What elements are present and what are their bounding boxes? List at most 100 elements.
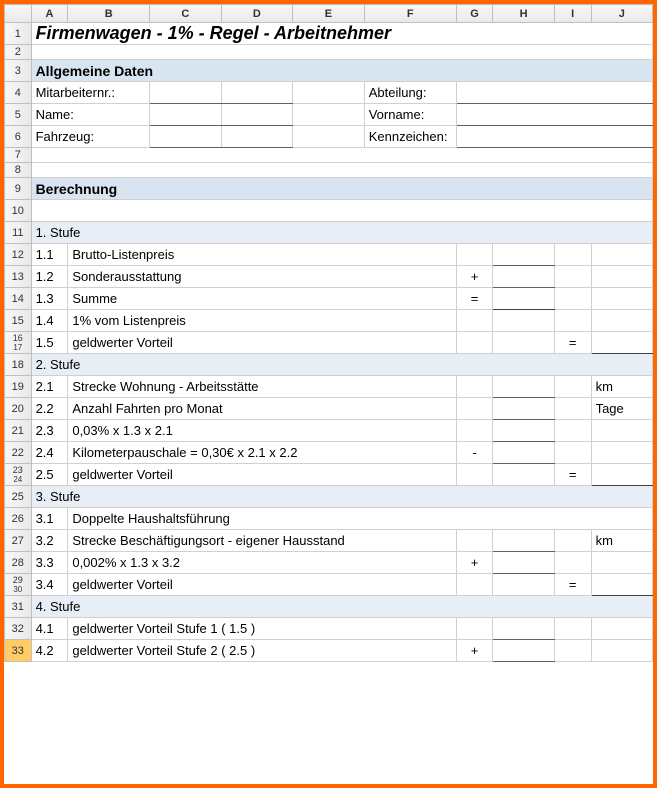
row-2[interactable]: 2 (5, 45, 653, 60)
col-E[interactable]: E (293, 5, 365, 23)
input-1.1[interactable] (493, 244, 554, 266)
row-27[interactable]: 27 3.2 Strecke Beschäftigungsort - eigen… (5, 530, 653, 552)
row-11[interactable]: 11 1. Stufe (5, 222, 653, 244)
row-33[interactable]: 33 4.2 geldwerter Vorteil Stufe 2 ( 2.5 … (5, 640, 653, 662)
row-15[interactable]: 15 1.4 1% vom Listenpreis (5, 310, 653, 332)
row-5[interactable]: 5 Name: Vorname: (5, 104, 653, 126)
row-32[interactable]: 32 4.1 geldwerter Vorteil Stufe 1 ( 1.5 … (5, 618, 653, 640)
stufe1-header: 1. Stufe (31, 222, 652, 244)
op-eq-2.5: = (554, 464, 591, 486)
col-I[interactable]: I (554, 5, 591, 23)
row-6[interactable]: 6 Fahrzeug: Kennzeichen: (5, 126, 653, 148)
result-3.4[interactable] (591, 574, 652, 596)
num-1.1: 1.1 (31, 244, 68, 266)
rowhdr-5[interactable]: 5 (5, 104, 32, 126)
result-1.5[interactable] (591, 332, 652, 354)
result-3.3[interactable] (493, 552, 554, 574)
rowhdr-2[interactable]: 2 (5, 45, 32, 60)
row-25[interactable]: 25 3. Stufe (5, 486, 653, 508)
result-2.4[interactable] (493, 442, 554, 464)
input-vorname[interactable] (456, 104, 652, 126)
label-2.1: Strecke Wohnung - Arbeitsstätte (68, 376, 456, 398)
col-J[interactable]: J (591, 5, 652, 23)
row-9[interactable]: 9 Berechnung (5, 178, 653, 200)
result-1.3[interactable] (493, 288, 554, 310)
op-eq-3.4: = (554, 574, 591, 596)
section-calc: Berechnung (31, 178, 652, 200)
row-14[interactable]: 14 1.3 Summe = (5, 288, 653, 310)
row-1[interactable]: 1 Firmenwagen - 1% - Regel - Arbeitnehme… (5, 23, 653, 45)
op-plus-4.2: + (456, 640, 493, 662)
input-abteilung[interactable] (456, 82, 652, 104)
col-G[interactable]: G (456, 5, 493, 23)
input-2.1[interactable] (493, 376, 554, 398)
row-28[interactable]: 28 3.3 0,002% x 1.3 x 3.2 + (5, 552, 653, 574)
select-all-corner[interactable] (5, 5, 32, 23)
label-mitarbeiternr: Mitarbeiternr.: (31, 82, 150, 104)
col-F[interactable]: F (364, 5, 456, 23)
row-7[interactable]: 7 (5, 148, 653, 163)
unit-2.1: km (591, 376, 652, 398)
result-4.2[interactable] (493, 640, 554, 662)
row-22[interactable]: 22 2.4 Kilometerpauschale = 0,30€ x 2.1 … (5, 442, 653, 464)
input-1.2[interactable] (493, 266, 554, 288)
row-8[interactable]: 8 (5, 163, 653, 178)
row-29[interactable]: 2930 3.4 geldwerter Vorteil = (5, 574, 653, 596)
num-3.1: 3.1 (31, 508, 68, 530)
row-12[interactable]: 12 1.1 Brutto-Listenpreis (5, 244, 653, 266)
row-31[interactable]: 31 4. Stufe (5, 596, 653, 618)
col-B[interactable]: B (68, 5, 150, 23)
input-kennzeichen[interactable] (456, 126, 652, 148)
section-general: Allgemeine Daten (31, 60, 652, 82)
input-name[interactable] (150, 104, 222, 126)
label-3.3: 0,002% x 1.3 x 3.2 (68, 552, 456, 574)
row-16[interactable]: 1617 1.5 geldwerter Vorteil = (5, 332, 653, 354)
stufe3-header: 3. Stufe (31, 486, 652, 508)
page-title: Firmenwagen - 1% - Regel - Arbeitnehmer (36, 23, 391, 43)
num-1.5: 1.5 (31, 332, 68, 354)
label-3.2: Strecke Beschäftigungsort - eigener Haus… (68, 530, 456, 552)
row-10[interactable]: 10 (5, 200, 653, 222)
num-1.2: 1.2 (31, 266, 68, 288)
spreadsheet[interactable]: A B C D E F G H I J 1 Firmenwagen - 1% -… (4, 4, 653, 662)
rowhdr-3[interactable]: 3 (5, 60, 32, 82)
num-3.3: 3.3 (31, 552, 68, 574)
input-2.2[interactable] (493, 398, 554, 420)
label-1.1: Brutto-Listenpreis (68, 244, 456, 266)
label-kennzeichen: Kennzeichen: (364, 126, 456, 148)
row-13[interactable]: 13 1.2 Sonderausstattung + (5, 266, 653, 288)
row-20[interactable]: 20 2.2 Anzahl Fahrten pro Monat Tage (5, 398, 653, 420)
col-A[interactable]: A (31, 5, 68, 23)
col-C[interactable]: C (150, 5, 222, 23)
row-26[interactable]: 26 3.1 Doppelte Haushaltsführung (5, 508, 653, 530)
label-4.2: geldwerter Vorteil Stufe 2 ( 2.5 ) (68, 640, 456, 662)
result-2.3[interactable] (493, 420, 554, 442)
rowhdr-6[interactable]: 6 (5, 126, 32, 148)
num-4.2: 4.2 (31, 640, 68, 662)
col-D[interactable]: D (221, 5, 293, 23)
op-plus-1.2: + (456, 266, 493, 288)
rowhdr-4[interactable]: 4 (5, 82, 32, 104)
input-3.2[interactable] (493, 530, 554, 552)
op-eq-1.3: = (456, 288, 493, 310)
col-H[interactable]: H (493, 5, 554, 23)
rowhdr-33-selected[interactable]: 33 (5, 640, 32, 662)
row-23[interactable]: 2324 2.5 geldwerter Vorteil = (5, 464, 653, 486)
column-header-row: A B C D E F G H I J (5, 5, 653, 23)
result-2.5[interactable] (591, 464, 652, 486)
rowhdr-1[interactable]: 1 (5, 23, 32, 45)
label-3.1: Doppelte Haushaltsführung (68, 508, 653, 530)
row-3[interactable]: 3 Allgemeine Daten (5, 60, 653, 82)
row-21[interactable]: 21 2.3 0,03% x 1.3 x 2.1 (5, 420, 653, 442)
result-4.1[interactable] (493, 618, 554, 640)
num-4.1: 4.1 (31, 618, 68, 640)
num-2.2: 2.2 (31, 398, 68, 420)
num-2.4: 2.4 (31, 442, 68, 464)
input-mitarbeiternr[interactable] (150, 82, 222, 104)
row-19[interactable]: 19 2.1 Strecke Wohnung - Arbeitsstätte k… (5, 376, 653, 398)
row-18[interactable]: 18 2. Stufe (5, 354, 653, 376)
input-fahrzeug[interactable] (150, 126, 222, 148)
row-4[interactable]: 4 Mitarbeiternr.: Abteilung: (5, 82, 653, 104)
unit-3.2: km (591, 530, 652, 552)
label-vorname: Vorname: (364, 104, 456, 126)
